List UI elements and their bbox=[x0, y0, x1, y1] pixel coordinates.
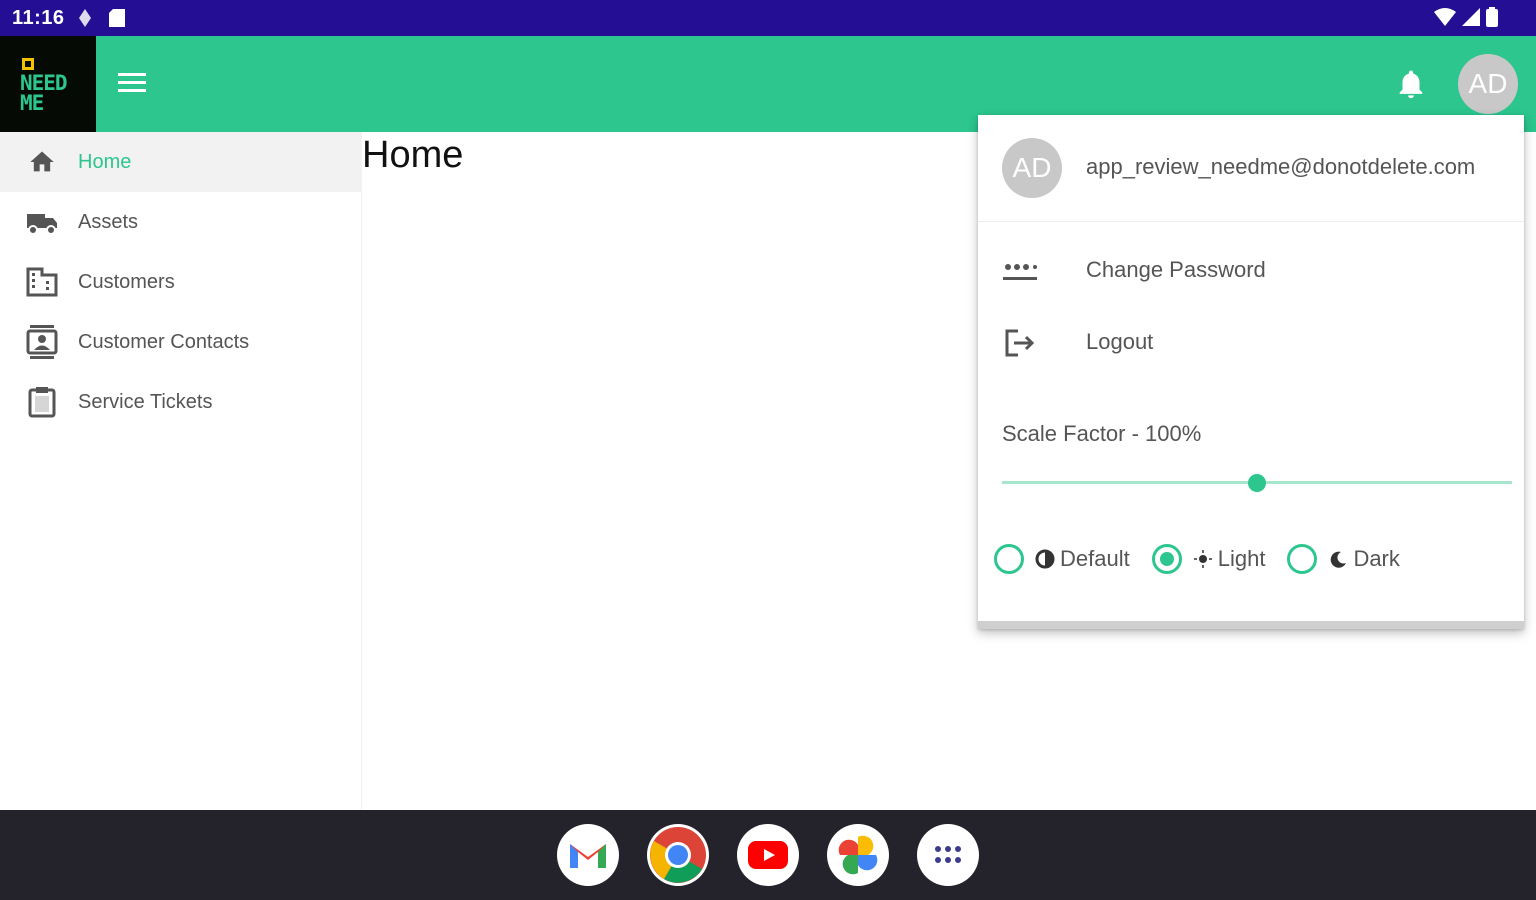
logout-icon bbox=[1002, 325, 1038, 361]
dark-radio[interactable] bbox=[1287, 544, 1318, 574]
theme-selector: Default Light Dark bbox=[994, 541, 1422, 577]
sidebar-item-customers[interactable]: Customers bbox=[0, 252, 362, 312]
sidebar-item-customer-contacts[interactable]: Customer Contacts bbox=[0, 312, 362, 372]
contrast-icon bbox=[1034, 548, 1056, 570]
sidebar-item-service-tickets[interactable]: Service Tickets bbox=[0, 372, 362, 432]
page-title: Home bbox=[362, 134, 464, 176]
app-drawer-icon[interactable] bbox=[917, 824, 979, 886]
truck-icon bbox=[24, 204, 60, 240]
account-avatar: AD bbox=[1002, 138, 1062, 198]
logout-menu-item[interactable]: Logout bbox=[978, 315, 1524, 371]
logo-mark bbox=[22, 58, 34, 70]
sd-card-icon bbox=[109, 9, 125, 27]
hamburger-menu-icon[interactable] bbox=[114, 68, 150, 100]
account-menu: AD app_review_needme@donotdelete.com Cha… bbox=[978, 115, 1524, 629]
chrome-icon[interactable] bbox=[647, 824, 709, 886]
account-email: app_review_needme@donotdelete.com bbox=[1086, 154, 1476, 179]
sidebar-item-label: Assets bbox=[78, 210, 139, 233]
battery-icon bbox=[1486, 7, 1498, 27]
logout-label: Logout bbox=[1086, 329, 1154, 354]
photos-icon[interactable] bbox=[827, 824, 889, 886]
signal-icon bbox=[1462, 8, 1480, 26]
change-password-label: Change Password bbox=[1086, 257, 1266, 282]
light-radio[interactable] bbox=[1151, 544, 1182, 574]
theme-label: Default bbox=[1060, 546, 1130, 571]
sidebar-item-label: Home bbox=[78, 150, 132, 173]
wifi-icon bbox=[1434, 8, 1456, 26]
status-time: 11:16 bbox=[12, 7, 65, 29]
clipboard-icon bbox=[24, 384, 60, 420]
theme-option-light[interactable]: Light bbox=[1151, 544, 1266, 574]
scale-factor-slider[interactable] bbox=[1002, 473, 1512, 493]
bell-icon[interactable] bbox=[1394, 66, 1428, 102]
sidebar-item-label: Service Tickets bbox=[78, 390, 213, 413]
theme-label: Dark bbox=[1353, 546, 1400, 571]
user-avatar[interactable]: AD bbox=[1458, 54, 1518, 114]
sidebar-item-label: Customers bbox=[78, 270, 175, 293]
sidebar-item-home[interactable]: Home bbox=[0, 132, 362, 192]
sidebar-item-label: Customer Contacts bbox=[78, 330, 250, 353]
app-logo[interactable]: NEED ME bbox=[0, 36, 96, 132]
status-bar: 11:16 bbox=[0, 0, 1536, 36]
building-icon bbox=[24, 264, 60, 300]
theme-option-dark[interactable]: Dark bbox=[1287, 544, 1400, 574]
password-icon bbox=[1002, 253, 1038, 289]
theme-option-default[interactable]: Default bbox=[994, 544, 1130, 574]
change-password-menu-item[interactable]: Change Password bbox=[978, 243, 1524, 299]
sidebar-item-assets[interactable]: Assets bbox=[0, 192, 362, 252]
taskbar bbox=[0, 810, 1536, 900]
scale-factor-label: Scale Factor - 100% bbox=[1002, 421, 1202, 446]
theme-label: Light bbox=[1217, 546, 1266, 571]
sidebar: Home Assets Customers Customer Contacts … bbox=[0, 132, 362, 810]
moon-icon bbox=[1327, 548, 1349, 570]
sun-icon bbox=[1192, 548, 1214, 570]
home-icon bbox=[24, 144, 60, 180]
contact-card-icon bbox=[24, 324, 60, 360]
gmail-icon[interactable] bbox=[557, 824, 619, 886]
navigation-icon bbox=[79, 9, 91, 27]
logo-text-bottom: ME bbox=[20, 91, 44, 115]
default-radio[interactable] bbox=[994, 544, 1024, 574]
youtube-icon[interactable] bbox=[737, 824, 799, 886]
slider-thumb[interactable] bbox=[1248, 474, 1266, 492]
menu-divider bbox=[978, 221, 1524, 222]
